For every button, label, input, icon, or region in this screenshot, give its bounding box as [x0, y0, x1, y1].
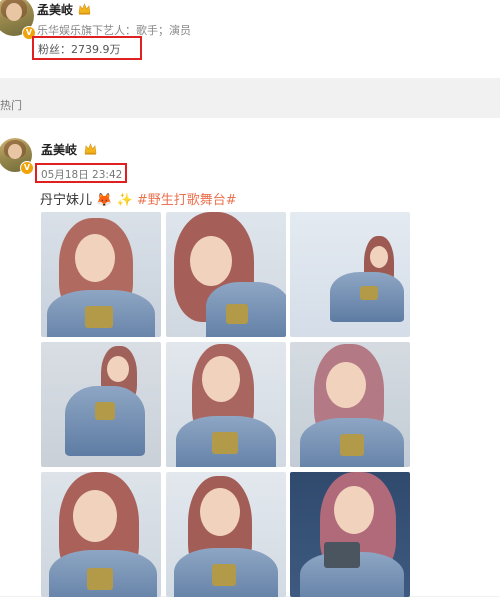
profile-card: V 孟美岐 乐华娱乐旗下艺人：歌手；演员 粉丝：2739.9万	[0, 0, 500, 78]
post-photo[interactable]	[41, 472, 161, 597]
post-crown-icon	[84, 143, 97, 155]
post-hashtag[interactable]: #野生打歌舞台#	[137, 193, 237, 208]
post-photo[interactable]	[290, 472, 410, 597]
post-photo[interactable]	[166, 212, 286, 337]
post-photo[interactable]	[41, 342, 161, 467]
post-author-name[interactable]: 孟美岐	[41, 141, 77, 158]
post-text: 丹宁妹儿 🦊 ✨ #野生打歌舞台#	[40, 189, 237, 208]
post-photo[interactable]	[41, 212, 161, 337]
post-photo[interactable]	[290, 342, 410, 467]
profile-name[interactable]: 孟美岐	[37, 1, 73, 18]
post-photo[interactable]	[290, 212, 410, 337]
post-timestamp[interactable]: 05月18日 23:42	[41, 167, 122, 182]
fox-emoji: 🦊	[96, 193, 113, 208]
post-photo[interactable]	[166, 342, 286, 467]
post-text-body: 丹宁妹儿	[40, 193, 93, 208]
sparkle-emoji: ✨	[116, 193, 133, 208]
crown-icon	[78, 3, 91, 15]
post-photo[interactable]	[166, 472, 286, 597]
post-verified-icon: V	[20, 161, 34, 175]
section-label-hot[interactable]: 热门	[0, 97, 22, 113]
fans-count: 粉丝：2739.9万	[38, 43, 121, 56]
post-card: V 孟美岐 05月18日 23:42 丹宁妹儿 🦊 ✨ #野生打歌舞台#	[0, 118, 500, 597]
